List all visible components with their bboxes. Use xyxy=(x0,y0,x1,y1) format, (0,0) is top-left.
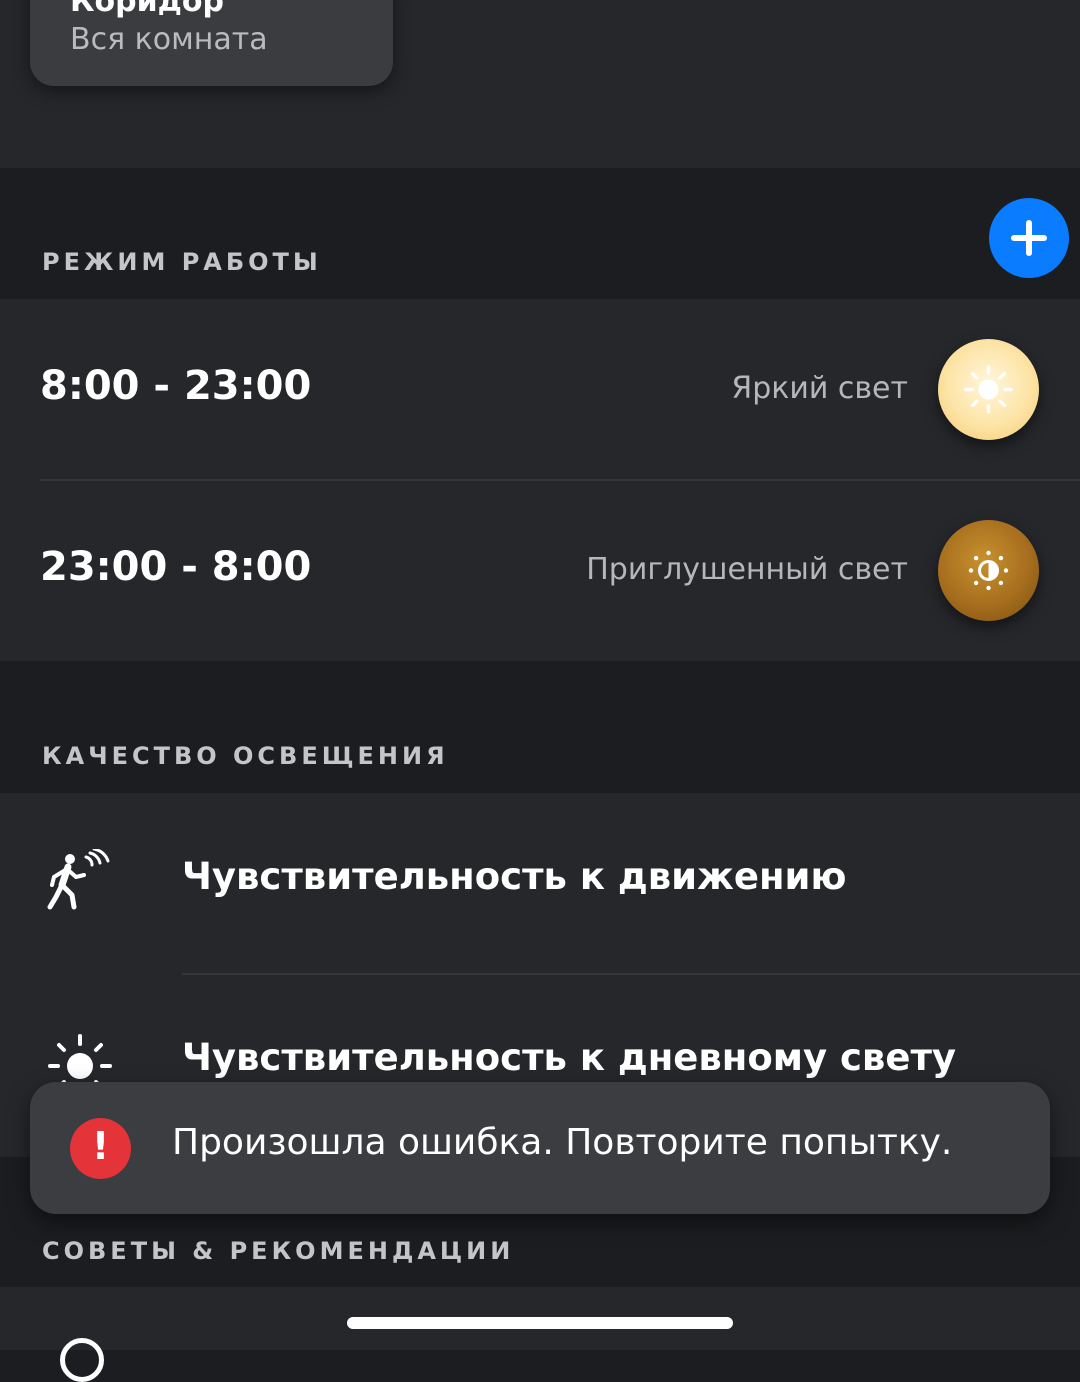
tip-item-icon xyxy=(60,1338,104,1382)
schedule-time: 23:00 - 8:00 xyxy=(40,544,312,590)
motion-sensitivity-label: Чувствительность к движению xyxy=(182,855,847,898)
error-message: Произошла ошибка. Повторите попытку. xyxy=(172,1122,953,1163)
schedule-scene-label: Приглушенный свет xyxy=(586,552,908,587)
room-name: Коридор xyxy=(70,0,224,19)
schedule-time: 8:00 - 23:00 xyxy=(40,363,312,409)
schedule-row[interactable]: 23:00 - 8:00 Приглушенный свет xyxy=(0,480,1080,661)
daylight-sensitivity-label: Чувствительность к дневному свету xyxy=(182,1036,957,1079)
home-indicator[interactable] xyxy=(347,1317,733,1329)
room-subtitle: Вся комната xyxy=(70,22,268,57)
error-toast[interactable]: ! Произошла ошибка. Повторите попытку. xyxy=(30,1082,1050,1214)
tips-header: СОВЕТЫ & РЕКОМЕНДАЦИИ xyxy=(42,1237,515,1265)
dimmed-sun-icon[interactable] xyxy=(938,520,1039,621)
schedule-scene-label: Яркий свет xyxy=(731,371,908,406)
schedule-list: 8:00 - 23:00 Яркий свет 23:00 - 8:00 При xyxy=(0,299,1080,661)
error-icon: ! xyxy=(70,1118,131,1179)
motion-sensor-icon xyxy=(46,847,116,919)
motion-sensitivity-item[interactable]: Чувствительность к движению xyxy=(0,793,1080,974)
add-schedule-button[interactable] xyxy=(989,198,1069,278)
room-card[interactable]: Коридор Вся комната xyxy=(30,0,393,86)
plus-icon-vertical xyxy=(1026,220,1032,256)
room-header-area: Коридор Вся комната xyxy=(0,0,1080,168)
lighting-quality-header: КАЧЕСТВО ОСВЕЩЕНИЯ xyxy=(42,742,449,770)
schedule-row[interactable]: 8:00 - 23:00 Яркий свет xyxy=(0,299,1080,480)
work-mode-header: РЕЖИМ РАБОТЫ xyxy=(42,248,322,276)
bright-sun-icon[interactable] xyxy=(938,339,1039,440)
